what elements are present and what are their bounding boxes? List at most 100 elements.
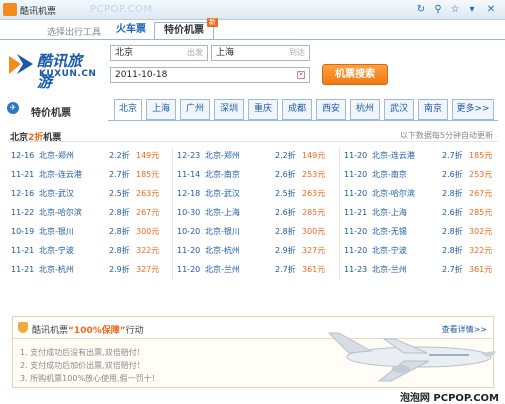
- shield-icon: [18, 322, 28, 333]
- deal-item[interactable]: 12-16 北京-郑州 2.2折 149元: [8, 146, 172, 165]
- deal-date: 11-21: [11, 265, 35, 274]
- deal-date: 12-23: [177, 151, 201, 160]
- deal-discount: 2.6折: [275, 170, 296, 179]
- deal-item[interactable]: 11-21 北京-连云港 2.7折 185元: [8, 165, 172, 184]
- deal-price: 361元: [302, 265, 326, 274]
- deal-date: 11-21: [11, 246, 35, 255]
- deal-discount: 2.7折: [275, 265, 296, 274]
- deal-discount: 2.7折: [109, 170, 130, 179]
- to-hint: 到达: [289, 48, 305, 57]
- divider: [8, 141, 498, 142]
- auto-update-note: 以下数据每5分钟自动更新: [399, 131, 493, 140]
- deal-discount: 2.8折: [442, 227, 463, 236]
- city-tab-chengdu[interactable]: 成都: [282, 99, 312, 120]
- deal-route: 北京-上海: [372, 208, 407, 217]
- deal-price: 267元: [136, 208, 160, 217]
- deal-item[interactable]: 11-20 北京-哈尔滨 2.8折 267元: [341, 184, 505, 203]
- link-icon[interactable]: ⚲: [431, 3, 445, 17]
- deal-discount: 2.5折: [109, 189, 130, 198]
- table-row: 11-21 北京-连云港 2.7折 185元 11-14 北京-南京 2.6折 253元 11-…: [8, 165, 498, 184]
- city-tab-more[interactable]: 更多>>: [452, 99, 494, 120]
- deal-route: 北京-杭州: [205, 246, 240, 255]
- deal-discount: 2.8折: [442, 246, 463, 255]
- tab-flight[interactable]: 特价机票: [154, 22, 214, 40]
- deal-item[interactable]: 12-18 北京-武汉 2.5折 263元: [174, 184, 338, 203]
- city-tab-shenzhen[interactable]: 深圳: [214, 99, 244, 120]
- table-row: 11-21 北京-宁波 2.8折 322元 11-20 北京-杭州 2.9折 327元 11-2…: [8, 241, 498, 260]
- deal-route: 北京-上海: [205, 208, 240, 217]
- city-tab-shanghai[interactable]: 上海: [146, 99, 176, 120]
- search-flights-button[interactable]: 机票搜索: [322, 64, 388, 85]
- deal-date: 11-23: [344, 265, 368, 274]
- deal-price: 300元: [302, 227, 326, 236]
- deal-date: 11-20: [177, 265, 201, 274]
- deal-item[interactable]: 11-20 北京-杭州 2.9折 327元: [174, 241, 338, 260]
- calendar-clear-icon[interactable]: ×: [297, 71, 305, 79]
- deal-item[interactable]: 11-20 北京-宁波 2.8折 322元: [341, 241, 505, 260]
- deal-item[interactable]: 11-20 北京-无锡 2.8折 302元: [341, 222, 505, 241]
- deal-price: 327元: [136, 265, 160, 274]
- deal-item[interactable]: 11-21 北京-上海 2.6折 285元: [341, 203, 505, 222]
- city-tab-hangzhou[interactable]: 杭州: [350, 99, 380, 120]
- star-icon[interactable]: ☆: [448, 3, 462, 17]
- deal-price: 185元: [136, 170, 160, 179]
- deal-item[interactable]: 11-20 北京-南京 2.6折 253元: [341, 165, 505, 184]
- deal-discount: 2.6折: [275, 208, 296, 217]
- column-separator: [172, 148, 173, 280]
- deal-route: 北京-南京: [205, 170, 240, 179]
- deal-item[interactable]: 11-21 北京-宁波 2.8折 322元: [8, 241, 172, 260]
- city-tab-beijing[interactable]: 北京: [114, 99, 142, 120]
- deal-price: 185元: [469, 151, 493, 160]
- refresh-icon[interactable]: ↻: [414, 3, 428, 17]
- close-icon[interactable]: ✕: [484, 3, 498, 17]
- deal-date: 11-21: [11, 170, 35, 179]
- city-tab-guangzhou[interactable]: 广州: [180, 99, 210, 120]
- deal-date: 11-20: [344, 227, 368, 236]
- deal-item[interactable]: 11-20 北京-兰州 2.7折 361元: [174, 260, 338, 279]
- deal-item[interactable]: 10-19 北京-银川 2.8折 300元: [8, 222, 172, 241]
- deal-item[interactable]: 12-23 北京-郑州 2.2折 149元: [174, 146, 338, 165]
- column-separator: [339, 148, 340, 280]
- deal-price: 361元: [469, 265, 493, 274]
- city-tab-nanjing[interactable]: 南京: [418, 99, 448, 120]
- deal-route: 北京-连云港: [372, 151, 415, 160]
- footer-watermark: 泡泡网 PCPOP.COM: [399, 393, 499, 404]
- deal-date: 11-20: [344, 170, 368, 179]
- table-row: 11-22 北京-哈尔滨 2.8折 267元 10-30 北京-上海 2.6折 285元 11-…: [8, 203, 498, 222]
- deal-discount: 2.2折: [275, 151, 296, 160]
- deal-item[interactable]: 10-30 北京-上海 2.6折 285元: [174, 203, 338, 222]
- deal-item[interactable]: 12-16 北京-武汉 2.5折 263元: [8, 184, 172, 203]
- guarantee-line: 1. 支付成功后没有出票,双倍赔付！: [20, 348, 145, 357]
- deal-item[interactable]: 10-20 北京-银川 2.8折 300元: [174, 222, 338, 241]
- deal-route: 北京-连云港: [39, 170, 82, 179]
- deal-route: 北京-兰州: [372, 265, 407, 274]
- deal-item[interactable]: 11-22 北京-哈尔滨 2.8折 267元: [8, 203, 172, 222]
- deal-date: 10-30: [177, 208, 201, 217]
- deal-route: 北京-杭州: [39, 265, 74, 274]
- deal-discount: 2.8折: [109, 246, 130, 255]
- city-tab-wuhan[interactable]: 武汉: [384, 99, 414, 120]
- deal-item[interactable]: 11-14 北京-南京 2.6折 253元: [174, 165, 338, 184]
- city-tab-xian[interactable]: 西安: [316, 99, 346, 120]
- deal-route: 北京-南京: [372, 170, 407, 179]
- deal-date: 12-16: [11, 189, 35, 198]
- table-row: 10-19 北京-银川 2.8折 300元 10-20 北京-银川 2.8折 300元 11-2…: [8, 222, 498, 241]
- city-tab-chongqing[interactable]: 重庆: [248, 99, 278, 120]
- tab-train[interactable]: 火车票: [108, 22, 154, 40]
- to-city-input[interactable]: 上海 到达: [211, 45, 310, 61]
- deal-item[interactable]: 11-21 北京-杭州 2.9折 327元: [8, 260, 172, 279]
- deal-price: 300元: [136, 227, 160, 236]
- from-city-input[interactable]: 北京 出发: [110, 45, 208, 61]
- deal-item[interactable]: 11-23 北京-兰州 2.7折 361元: [341, 260, 505, 279]
- date-input[interactable]: 2011-10-18 ×: [110, 67, 310, 83]
- app-logo-icon: [3, 3, 17, 16]
- brand-logo: 酷讯旅游 KUXUN.CN: [5, 48, 96, 91]
- deal-price: 263元: [136, 189, 160, 198]
- menu-icon[interactable]: ▾: [465, 3, 479, 17]
- deal-item[interactable]: 11-20 北京-连云港 2.7折 185元: [341, 146, 505, 165]
- deal-route: 北京-宁波: [372, 246, 407, 255]
- deal-discount: 2.8折: [275, 227, 296, 236]
- new-badge: 新: [207, 18, 218, 27]
- deal-discount: 2.5折: [275, 189, 296, 198]
- deal-price: 267元: [469, 189, 493, 198]
